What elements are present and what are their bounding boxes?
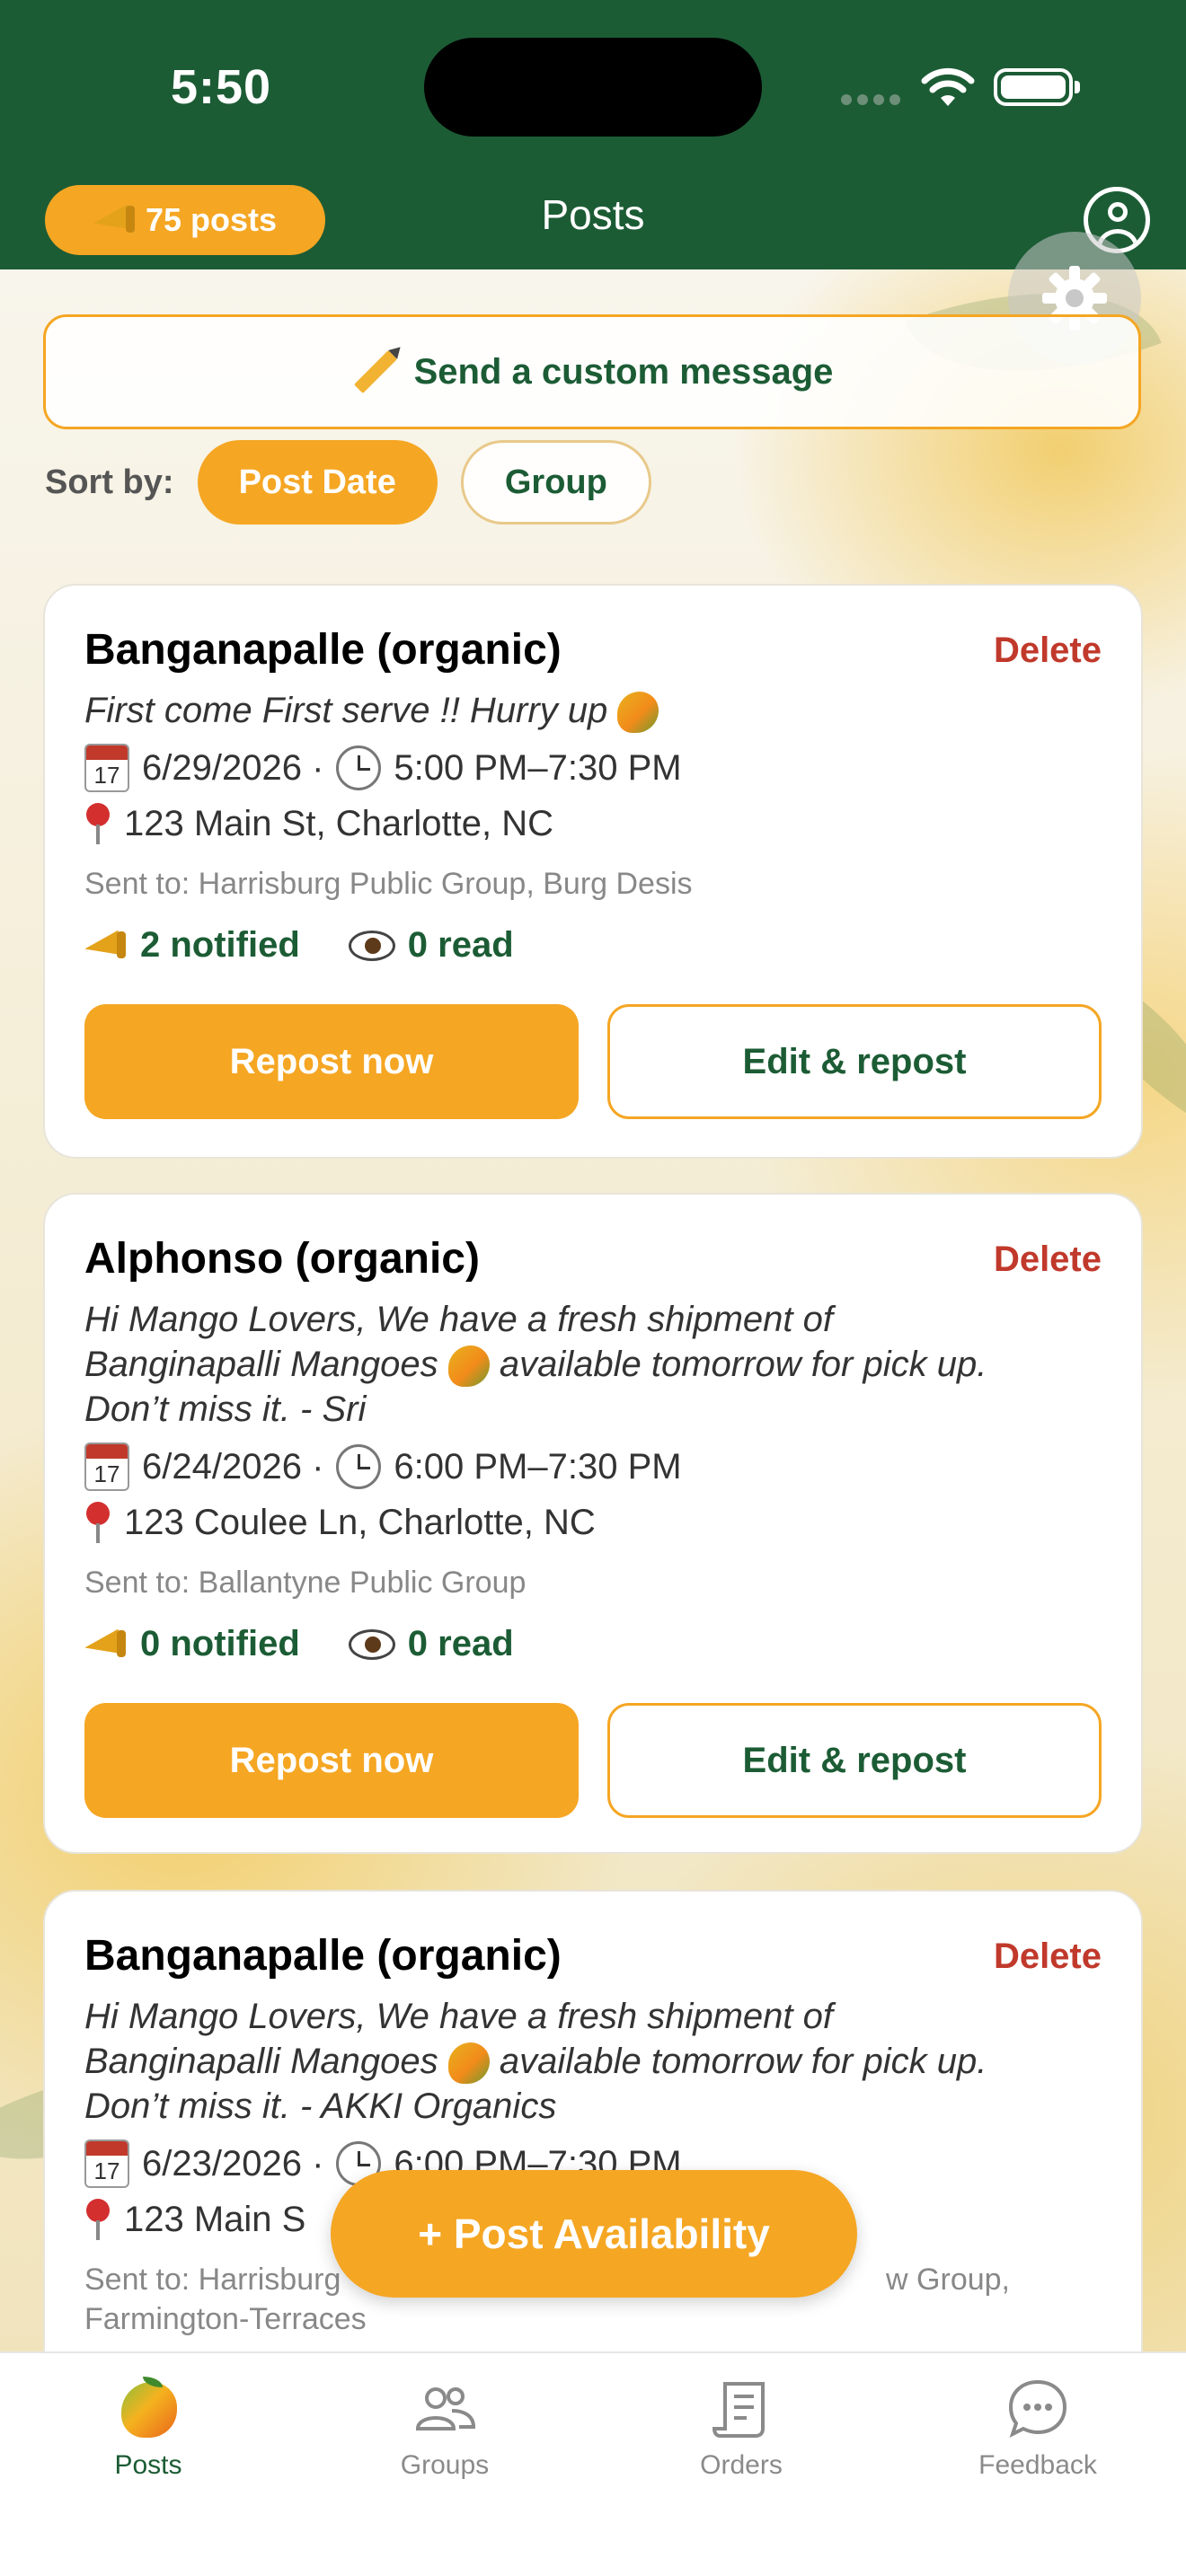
edit-repost-button[interactable]: Edit & repost bbox=[607, 1004, 1102, 1119]
post-date: 6/29/2026 · bbox=[142, 747, 324, 788]
post-title: Banganapalle (organic) bbox=[84, 1932, 562, 1980]
feedback-icon bbox=[1008, 2379, 1067, 2438]
mango-icon bbox=[447, 2042, 490, 2085]
clock-icon bbox=[336, 745, 382, 790]
notified-count: 2 notified bbox=[140, 925, 300, 965]
sent-to-start: Sent to: Harrisburg bbox=[84, 2263, 341, 2297]
sent-to: Sent to: Ballantyne Public Group bbox=[84, 1566, 527, 1600]
eye-icon bbox=[348, 930, 395, 961]
dynamic-island bbox=[424, 38, 762, 137]
post-description: First come First serve !! Hurry up bbox=[84, 688, 1109, 734]
post-location: 123 Main S bbox=[84, 2197, 305, 2242]
post-address: 123 Main S bbox=[124, 2199, 306, 2239]
edit-repost-button[interactable]: Edit & repost bbox=[607, 1703, 1102, 1818]
post-description: Hi Mango Lovers, We have a fresh shipmen… bbox=[84, 1994, 1109, 2129]
post-schedule: 17 6/29/2026 · 5:00 PM–7:30 PM bbox=[84, 744, 682, 792]
read-count: 0 read bbox=[407, 1624, 514, 1663]
calendar-icon: 17 bbox=[84, 2139, 129, 2188]
post-time: 6:00 PM–7:30 PM bbox=[394, 1446, 682, 1486]
tab-label: Groups bbox=[400, 2450, 490, 2480]
post-card: Alphonso (organic) Delete Hi Mango Lover… bbox=[43, 1193, 1143, 1854]
repost-now-button[interactable]: Repost now bbox=[84, 1004, 579, 1119]
delete-button[interactable]: Delete bbox=[994, 1936, 1102, 1977]
tab-label: Orders bbox=[700, 2450, 783, 2480]
sent-to: Sent to: Harrisburg Public Group, Burg D… bbox=[84, 867, 693, 901]
post-card: Banganapalle (organic) Delete Hi Mango L… bbox=[43, 1890, 1143, 2429]
post-description: Hi Mango Lovers, We have a fresh shipmen… bbox=[84, 1297, 1109, 1432]
page-title: Posts bbox=[541, 191, 645, 238]
mango-icon bbox=[116, 2377, 181, 2441]
pin-icon bbox=[84, 2197, 111, 2242]
wifi-icon bbox=[921, 67, 975, 106]
calendar-icon: 17 bbox=[84, 744, 129, 792]
battery-icon bbox=[994, 68, 1080, 106]
repost-now-button[interactable]: Repost now bbox=[84, 1703, 579, 1818]
post-schedule: 17 6/24/2026 · 6:00 PM–7:30 PM bbox=[84, 1442, 682, 1491]
megaphone-icon bbox=[84, 1627, 128, 1663]
post-date: 6/24/2026 · bbox=[142, 1446, 324, 1486]
tab-bar: Posts Groups Orders Feedback bbox=[0, 2351, 1186, 2576]
post-time: 5:00 PM–7:30 PM bbox=[394, 747, 682, 788]
post-description-line: Banginapalli Mangoes bbox=[84, 2042, 438, 2081]
post-stats: 2 notified 0 read bbox=[84, 925, 514, 966]
tab-groups[interactable]: Groups bbox=[296, 2377, 593, 2481]
tab-label: Feedback bbox=[978, 2450, 1097, 2480]
sort-post-date-chip[interactable]: Post Date bbox=[197, 440, 438, 525]
post-date: 6/23/2026 · bbox=[142, 2143, 324, 2183]
post-stats: 0 notified 0 read bbox=[84, 1624, 514, 1664]
post-description-line: Don’t miss it. - AKKI Organics bbox=[84, 2086, 557, 2127]
post-description-line: available tomorrow for pick up. bbox=[499, 1345, 987, 1384]
sent-to-end: w Group, bbox=[886, 2263, 1010, 2297]
tab-feedback[interactable]: Feedback bbox=[890, 2377, 1186, 2481]
post-card: Banganapalle (organic) Delete First come… bbox=[43, 584, 1143, 1159]
post-availability-button[interactable]: + Post Availability bbox=[331, 2170, 857, 2298]
signal-icon bbox=[841, 93, 906, 110]
pin-icon bbox=[84, 1500, 111, 1545]
groups-icon bbox=[415, 2387, 476, 2430]
post-description-line: Hi Mango Lovers, We have a fresh shipmen… bbox=[84, 1300, 834, 1339]
post-location: 123 Coulee Ln, Charlotte, NC bbox=[84, 1500, 596, 1545]
sent-to-line2: Farmington-Terraces bbox=[84, 2302, 367, 2336]
delete-button[interactable]: Delete bbox=[994, 1239, 1102, 1280]
pin-icon bbox=[84, 801, 111, 846]
sort-controls: Sort by: Post Date Group bbox=[45, 440, 651, 525]
post-description-line: Hi Mango Lovers, We have a fresh shipmen… bbox=[84, 1997, 834, 2036]
clock-icon bbox=[336, 1444, 382, 1489]
post-description-text: First come First serve !! Hurry up bbox=[84, 691, 608, 730]
megaphone-icon bbox=[84, 928, 128, 964]
orders-icon bbox=[712, 2382, 765, 2438]
mango-icon bbox=[617, 692, 659, 734]
notified-count: 0 notified bbox=[140, 1624, 300, 1663]
post-description-line: Don’t miss it. - Sri bbox=[84, 1389, 367, 1430]
send-custom-message-button[interactable]: Send a custom message bbox=[43, 314, 1141, 429]
post-location: 123 Main St, Charlotte, NC bbox=[84, 801, 553, 846]
sort-label: Sort by: bbox=[45, 463, 174, 501]
send-custom-message-label: Send a custom message bbox=[413, 351, 834, 392]
app-header: 5:50 75 posts Posts bbox=[0, 0, 1186, 269]
post-address: 123 Coulee Ln, Charlotte, NC bbox=[124, 1502, 596, 1542]
tab-posts[interactable]: Posts bbox=[0, 2377, 296, 2481]
post-title: Banganapalle (organic) bbox=[84, 626, 562, 674]
read-count: 0 read bbox=[407, 925, 514, 965]
calendar-icon: 17 bbox=[84, 1442, 129, 1491]
delete-button[interactable]: Delete bbox=[994, 631, 1102, 671]
sort-group-chip[interactable]: Group bbox=[460, 440, 651, 525]
post-address: 123 Main St, Charlotte, NC bbox=[124, 803, 553, 843]
post-description-line: available tomorrow for pick up. bbox=[499, 2042, 987, 2081]
post-title: Alphonso (organic) bbox=[84, 1235, 480, 1283]
eye-icon bbox=[348, 1628, 395, 1660]
pencil-icon bbox=[353, 349, 397, 394]
post-description-line: Banginapalli Mangoes bbox=[84, 1345, 438, 1384]
status-time: 5:50 bbox=[171, 60, 272, 114]
tab-label: Posts bbox=[114, 2450, 182, 2480]
tab-orders[interactable]: Orders bbox=[593, 2377, 890, 2481]
mango-icon bbox=[447, 1345, 490, 1388]
